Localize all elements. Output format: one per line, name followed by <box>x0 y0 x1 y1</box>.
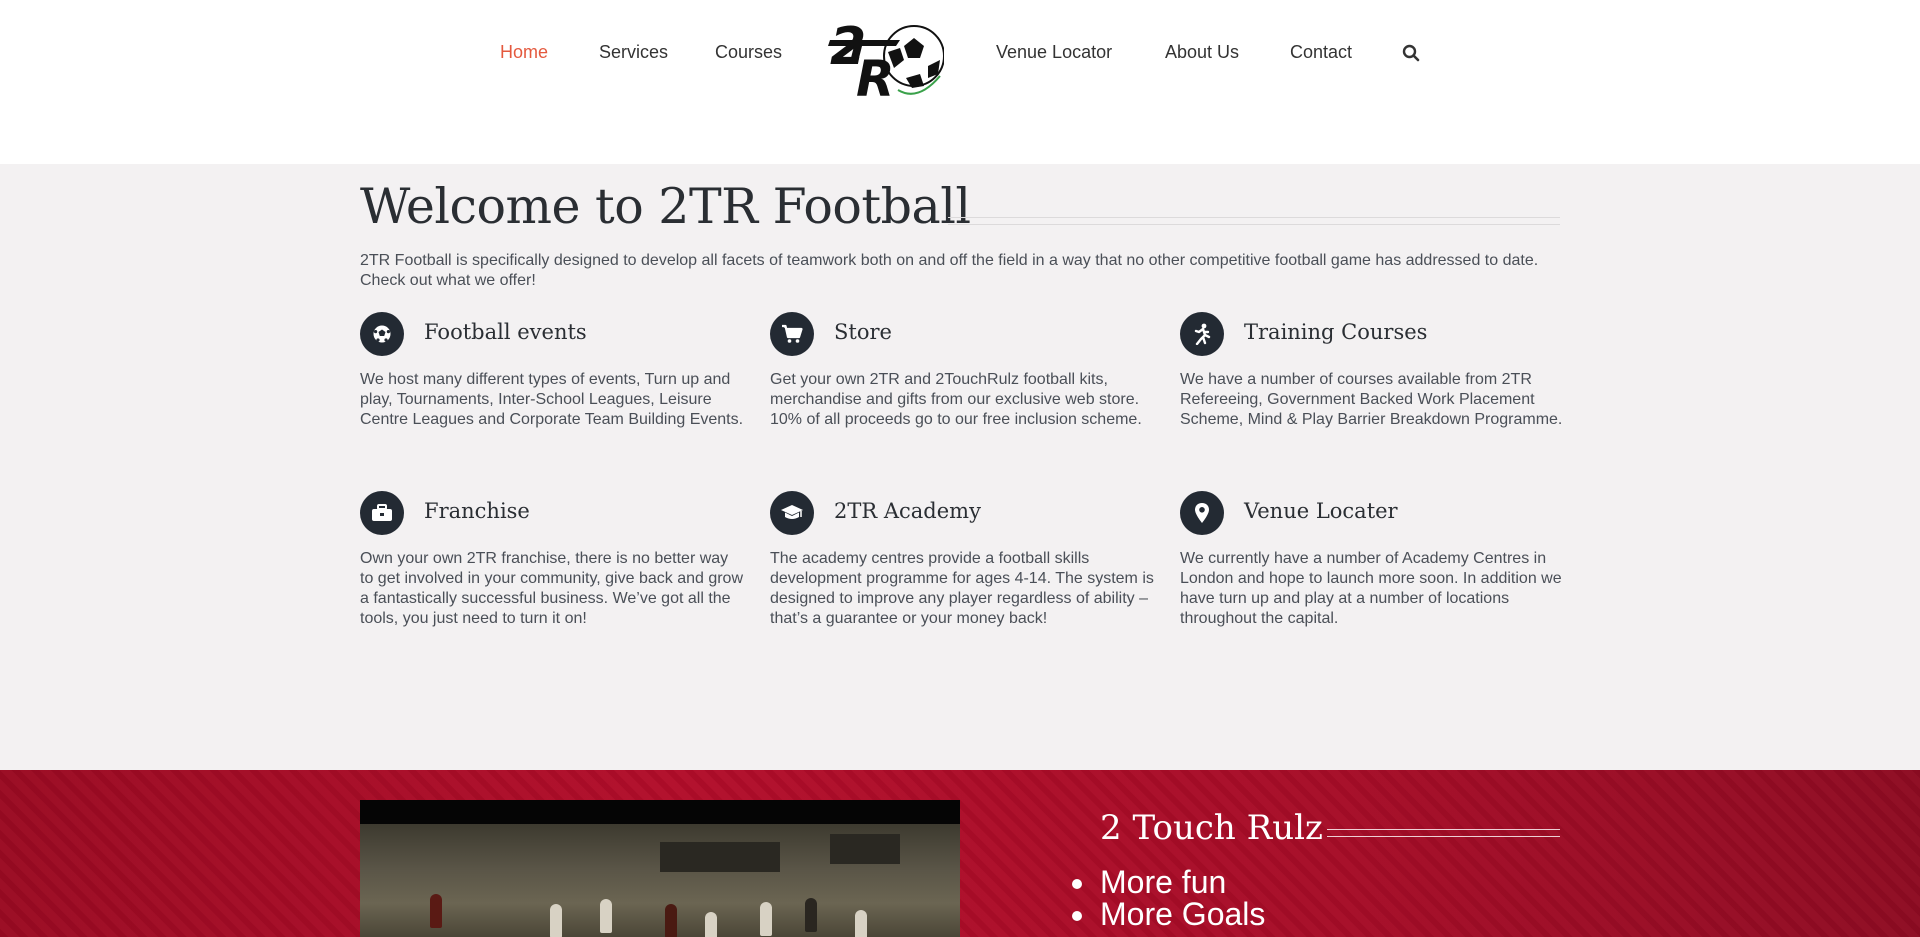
video-player-figure <box>805 898 817 932</box>
feature-title[interactable]: Venue Locater <box>1244 499 1398 523</box>
map-pin-icon <box>1180 491 1224 535</box>
feature-description: Own your own 2TR franchise, there is no … <box>360 550 744 627</box>
nav-contact[interactable]: Contact <box>1290 42 1352 63</box>
feature-description: Get your own 2TR and 2TouchRulz football… <box>770 371 1142 428</box>
video-frame <box>360 824 960 937</box>
search-icon[interactable] <box>1402 44 1420 62</box>
video-player-figure <box>550 904 562 937</box>
video-player-figure <box>600 899 612 933</box>
feature-title[interactable]: 2TR Academy <box>834 499 981 523</box>
graduation-cap-icon <box>770 491 814 535</box>
list-item: More fun <box>1071 866 1265 898</box>
feature-title[interactable]: Store <box>834 320 892 344</box>
rulz-title-divider <box>1327 829 1560 837</box>
rulz-title: 2 Touch Rulz <box>1100 808 1323 848</box>
welcome-title-row: Welcome to 2TR Football <box>360 178 1560 248</box>
video-background-window <box>830 834 900 864</box>
nav-venue-locator[interactable]: Venue Locator <box>996 42 1112 63</box>
feature-title[interactable]: Training Courses <box>1244 320 1427 344</box>
briefcase-icon <box>360 491 404 535</box>
video-player-figure <box>705 912 717 937</box>
nav-about-us[interactable]: About Us <box>1165 42 1239 63</box>
feature-title[interactable]: Football events <box>424 320 587 344</box>
shopping-cart-icon <box>770 312 814 356</box>
nav-services[interactable]: Services <box>599 42 668 63</box>
page-title: Welcome to 2TR Football <box>360 178 971 235</box>
title-divider <box>948 217 1560 225</box>
site-logo[interactable]: 2 R <box>828 16 945 108</box>
rulz-list: More fun More Goals <box>1071 866 1266 932</box>
promo-video[interactable] <box>360 800 960 937</box>
video-player-figure <box>665 904 677 937</box>
feature-description: We currently have a number of Academy Ce… <box>1180 550 1562 627</box>
running-person-icon <box>1180 312 1224 356</box>
video-background-wall <box>660 842 780 872</box>
feature-description: We host many different types of events, … <box>360 371 744 428</box>
two-touch-rulz-section: 2 Touch Rulz More fun More Goals <box>0 770 1920 937</box>
feature-title[interactable]: Franchise <box>424 499 530 523</box>
feature-description: We have a number of courses available fr… <box>1180 371 1563 428</box>
rulz-title-row: 2 Touch Rulz <box>1100 808 1560 848</box>
nav-home[interactable]: Home <box>500 42 548 63</box>
svg-text:R: R <box>856 50 895 104</box>
welcome-section: Welcome to 2TR Football 2TR Football is … <box>0 164 1920 770</box>
video-player-figure <box>430 894 442 928</box>
nav-courses[interactable]: Courses <box>715 42 782 63</box>
list-item: More Goals <box>1071 896 1266 932</box>
video-player-figure <box>760 902 772 936</box>
feature-description: The academy centres provide a football s… <box>770 550 1154 627</box>
site-header: Home Services Courses 2 R Venue Locator … <box>0 0 1920 164</box>
intro-text: 2TR Football is specifically designed to… <box>360 252 1539 289</box>
video-player-figure <box>855 910 867 937</box>
soccer-ball-icon <box>360 312 404 356</box>
